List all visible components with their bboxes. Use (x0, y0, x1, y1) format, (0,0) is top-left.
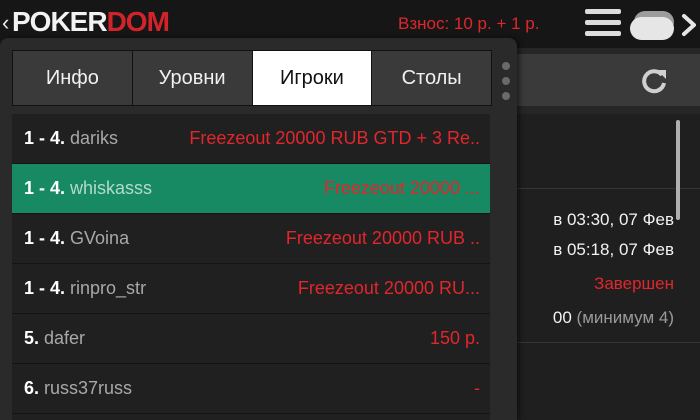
player-prize: 150 р. (429, 328, 480, 348)
start-time: в 03:30, 07 Фев (553, 210, 674, 229)
pokerdom-logo: POKERDOM (12, 6, 170, 37)
player-name: rinpro_str (70, 278, 147, 298)
player-prize: Freezeout 20000 ... (323, 178, 480, 198)
player-row-selected[interactable]: 1 - 4. whiskasss Freezeout 20000 ... (12, 164, 490, 214)
player-name: dafer (44, 328, 86, 348)
player-prize: Freezeout 20000 RU... (297, 278, 480, 298)
tab-info[interactable]: Инфо (13, 51, 133, 105)
player-prize: Freezeout 20000 RUB GTD + 3 Re.. (189, 128, 480, 148)
drag-handle[interactable] (502, 62, 510, 107)
player-name: GVoina (70, 228, 130, 248)
player-prize: - (474, 378, 480, 398)
info-scrollbar[interactable] (676, 120, 680, 220)
player-prize: Freezeout 20000 RUB .. (285, 228, 480, 248)
players-panel: Инфо Уровни Игроки Столы 1 - 4. dariks Fr… (0, 38, 517, 420)
player-name: russ37russ (44, 378, 133, 398)
tab-bar: Инфо Уровни Игроки Столы (12, 50, 492, 106)
tables-icon[interactable] (628, 8, 698, 42)
buy-in-fee: Взнос: 10 р. + 1 р. (398, 14, 540, 33)
player-row[interactable]: 1 - 4. rinpro_str Freezeout 20000 RU... (12, 264, 490, 314)
back-arrow-icon[interactable]: ‹ (2, 10, 9, 36)
refresh-icon[interactable] (640, 66, 670, 96)
player-row[interactable]: 1 - 4. dariks Freezeout 20000 RUB GTD + 3… (12, 114, 490, 164)
players-count: 00 (минимум 4) (552, 308, 674, 327)
player-row[interactable]: 6. russ37russ - (12, 364, 490, 414)
players-list: 1 - 4. dariks Freezeout 20000 RUB GTD + 3… (12, 114, 490, 420)
menu-icon[interactable] (585, 9, 621, 39)
player-name: dariks (70, 128, 119, 148)
player-name: whiskasss (70, 178, 153, 198)
player-row[interactable]: 1 - 4. GVoina Freezeout 20000 RUB .. (12, 214, 490, 264)
tab-players[interactable]: Игроки (252, 51, 373, 105)
tab-tables[interactable]: Столы (372, 51, 491, 105)
tournament-status: Завершен (594, 274, 674, 293)
tab-levels[interactable]: Уровни (132, 51, 253, 105)
player-row[interactable]: 5. dafer 150 р. (12, 314, 490, 364)
end-time: в 05:18, 07 Фев (553, 240, 674, 259)
